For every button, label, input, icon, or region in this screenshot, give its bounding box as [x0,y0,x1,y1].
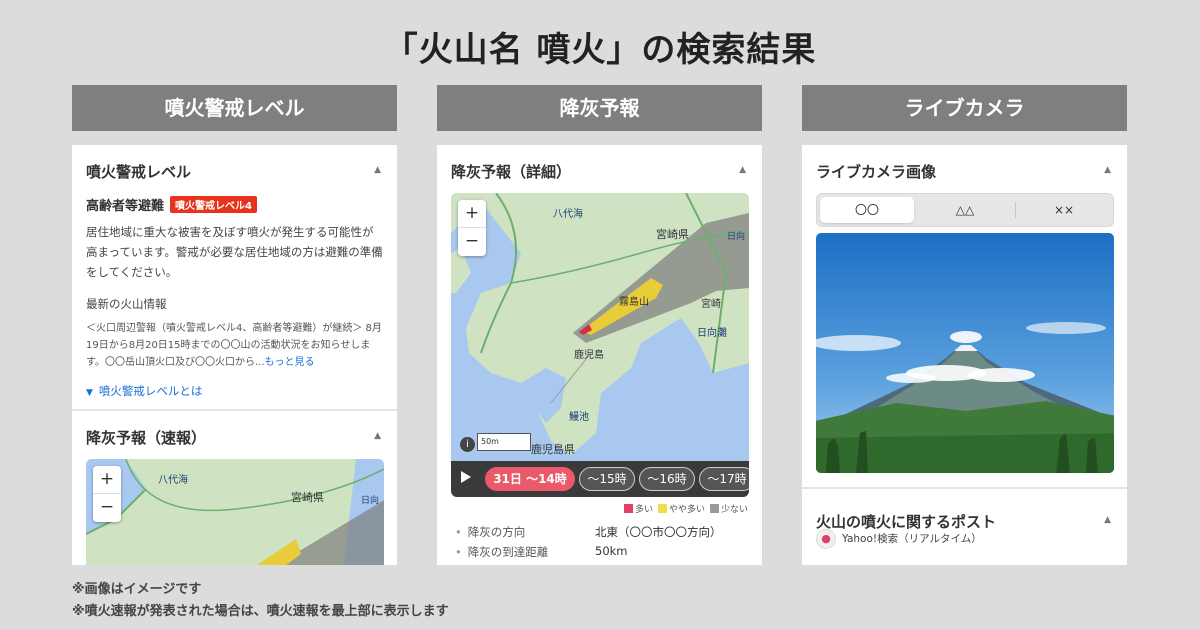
volcano-image [816,233,1114,473]
ashfall-panel: 降灰予報（詳細） ▲ + − 八代海 宮崎県 日向 霧島山 宮崎 日向灘 鹿児島… [437,145,762,565]
ashfall-section-header[interactable]: 降灰予報（詳細） ▲ [437,145,762,185]
camera-tab[interactable]: 〇〇 [820,197,914,223]
map-label-miyazaki: 宮崎 [701,299,721,310]
legend-swatch-heavy [623,504,633,513]
zoom-out-button[interactable]: − [93,494,121,522]
map-label-miyazaki-pref: 宮崎県 [291,491,324,504]
legend-label-light: 少ない [720,505,748,515]
map-label-yatsushiro: 八代海 [553,209,583,220]
time-step-button[interactable]: 31日 〜14時 [485,467,575,491]
ashfall-quick-title: 降灰予報（速報） [86,429,207,447]
about-alert-link-label: 噴火警戒レベルとは [98,384,203,398]
map-label-miyazaki-pref: 宮崎県 [656,228,689,241]
map-scale: 50m [477,433,531,451]
detail-row-distance: • 降灰の到達距離 50km [455,544,628,560]
legend-swatch-moderate [657,504,667,513]
alert-target: 高齢者等避難 噴火警戒レベル4 [86,195,383,214]
time-step-button[interactable]: 〜16時 [639,467,695,491]
posts-source[interactable]: ● Yahoo!検索（リアルタイム） [816,529,982,549]
zoom-in-button[interactable]: + [458,200,486,228]
play-icon[interactable] [461,471,471,483]
triangle-down-icon: ▼ [86,388,93,398]
about-alert-link[interactable]: ▼ 噴火警戒レベルとは [86,383,383,399]
ash-legend: 多い やや多い 少ない [619,502,748,515]
collapse-caret-icon[interactable]: ▲ [1104,165,1111,175]
info-icon[interactable]: i [460,437,475,452]
column-header-ashfall: 降灰予報 [437,85,762,131]
legend-label-heavy: 多い [634,505,653,515]
collapse-caret-icon[interactable]: ▲ [1104,515,1111,525]
detail-row-direction: • 降灰の方向 北東（〇〇市〇〇方向） [455,524,722,540]
alert-target-label: 高齢者等避難 [86,199,165,214]
map-label-kagoshima-pref: 鹿児島県 [531,443,575,456]
detail-value: 北東（〇〇市〇〇方向） [595,525,722,539]
tab-separator [1015,202,1016,218]
map-label-yatsushiro: 八代海 [158,475,188,486]
collapse-caret-icon[interactable]: ▲ [374,431,381,441]
column-header-camera: ライブカメラ [802,85,1127,131]
map-label-kirishima: 霧島山 [619,297,649,308]
map-label-hyuga: 日向 [361,496,380,506]
latest-info-label: 最新の火山情報 [86,297,167,311]
time-slider: 31日 〜14時 〜15時 〜16時 〜17時 [451,461,749,497]
time-step-button[interactable]: 〜15時 [579,467,635,491]
collapse-caret-icon[interactable]: ▲ [739,165,746,175]
more-link[interactable]: もっと見る [265,357,315,368]
map-label-hyuganada: 日向灘 [697,328,727,339]
time-step-button[interactable]: 〜17時 [699,467,749,491]
zoom-in-button[interactable]: + [93,466,121,494]
map-label-hyuga: 日向 [727,232,746,242]
footnote-image-note: ※画像はイメージです [72,582,202,597]
detail-label: 降灰の方向 [467,525,526,539]
detail-label: 降灰の到達距離 [467,545,549,559]
zoom-out-button[interactable]: − [458,228,486,256]
camera-tab[interactable]: ×× [1017,197,1111,223]
alert-panel: 噴火警戒レベル ▲ 高齢者等避難 噴火警戒レベル4 居住地域に重大な被害を及ぼす噴… [72,145,397,565]
section-divider [802,487,1127,489]
camera-tab[interactable]: △△ [917,197,1013,223]
ashfall-quick-map[interactable]: + − 八代海 宮崎県 日向 [86,459,384,565]
ashfall-section-title: 降灰予報（詳細） [451,163,572,181]
zoom-control-quick: + − [93,466,121,522]
alert-level-badge: 噴火警戒レベル4 [170,196,257,213]
column-alert: 噴火警戒レベル [72,85,397,131]
ashfall-map[interactable]: + − 八代海 宮崎県 日向 霧島山 宮崎 日向灘 鹿児島 鰻池 鹿児島県 i … [451,193,749,465]
footnote-eruption-note: ※噴火速報が発表された場合は、噴火速報を最上部に表示します [72,604,449,619]
map-label-ikeda: 鰻池 [569,412,589,423]
ashfall-quick-map-graphic [86,459,384,565]
bullet: • [455,525,462,539]
camera-panel: ライブカメラ画像 ▲ 〇〇 △△ ×× 火山の噴火に関するポスト ▲ ● Yah… [802,145,1127,565]
legend-label-moderate: やや多い [668,505,705,515]
column-camera: ライブカメラ [802,85,1127,131]
legend-swatch-light [709,504,719,513]
latest-info-text: ＜火口周辺警報（噴火警戒レベル4、高齢者等避難）が継続＞ 8月19日から8月20… [86,320,383,371]
collapse-caret-icon[interactable]: ▲ [374,165,381,175]
camera-section-title: ライブカメラ画像 [816,163,937,181]
alert-section-title: 噴火警戒レベル [86,163,192,181]
map-label-kagoshima: 鹿児島 [574,350,604,361]
ashfall-quick-header[interactable]: 降灰予報（速報） ▲ [72,411,397,451]
detail-value: 50km [595,544,628,558]
column-ashfall: 降灰予報 [437,85,762,131]
camera-section-header[interactable]: ライブカメラ画像 ▲ [802,145,1127,185]
latest-info-body: ＜火口周辺警報（噴火警戒レベル4、高齢者等避難）が継続＞ 8月19日から8月20… [86,323,382,368]
zoom-control: + − [458,200,486,256]
column-header-alert: 噴火警戒レベル [72,85,397,131]
alert-description: 居住地域に重大な被害を及ぼす噴火が発生する可能性が高まっています。警戒が必要な居… [86,225,383,279]
yahoo-realtime-icon: ● [816,529,836,549]
bullet: • [455,545,462,559]
camera-tabs: 〇〇 △△ ×× [816,193,1114,227]
live-camera-image[interactable] [816,233,1114,473]
alert-section-header[interactable]: 噴火警戒レベル ▲ [72,145,397,185]
page-title: 「火山名 噴火」の検索結果 [383,30,817,70]
posts-source-label: Yahoo!検索（リアルタイム） [842,533,982,545]
